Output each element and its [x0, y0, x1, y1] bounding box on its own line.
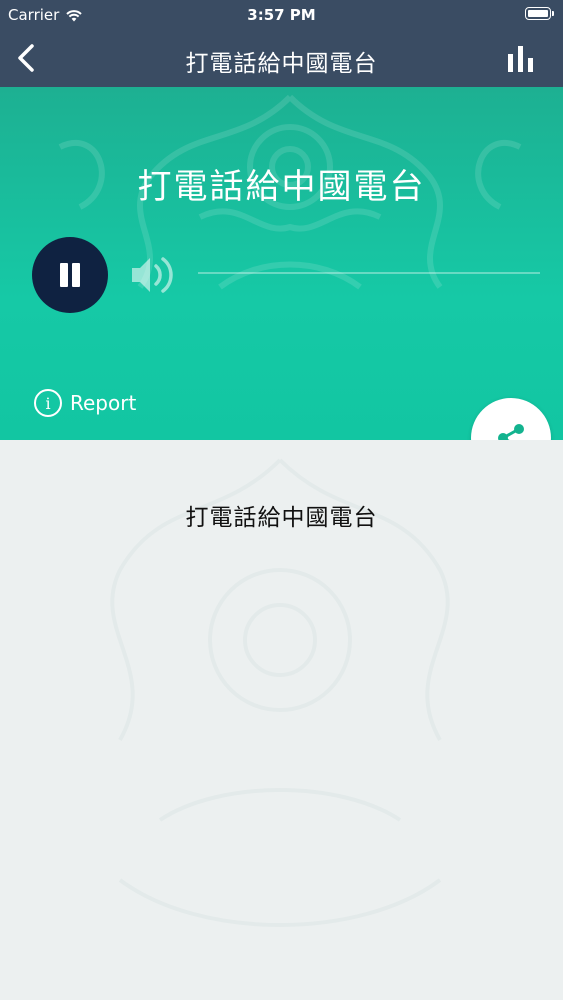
- station-name: 打電話給中國電台: [137, 167, 426, 207]
- status-time: 3:57 PM: [247, 6, 316, 24]
- navigation-bar: 打電話給中國電台: [0, 30, 563, 87]
- pause-button[interactable]: [32, 237, 108, 313]
- info-icon: i: [34, 389, 62, 417]
- player-panel: 打電話給中國電台 i Report: [0, 87, 563, 440]
- report-button[interactable]: i Report: [34, 389, 136, 417]
- volume-slider[interactable]: [198, 272, 540, 274]
- bar-chart-icon[interactable]: [505, 46, 537, 72]
- pause-bar: [72, 263, 80, 287]
- chevron-left-icon[interactable]: [12, 42, 44, 74]
- station-description: 打電話給中國電台: [185, 505, 378, 531]
- pause-bar: [60, 263, 68, 287]
- nav-title: 打電話給中國電台: [185, 51, 378, 77]
- description-area: 打電話給中國電台: [0, 440, 563, 1000]
- status-bar: Carrier 3:57 PM: [0, 0, 563, 30]
- report-label: Report: [70, 391, 137, 415]
- battery-icon: [525, 7, 554, 20]
- speaker-icon[interactable]: [130, 252, 178, 298]
